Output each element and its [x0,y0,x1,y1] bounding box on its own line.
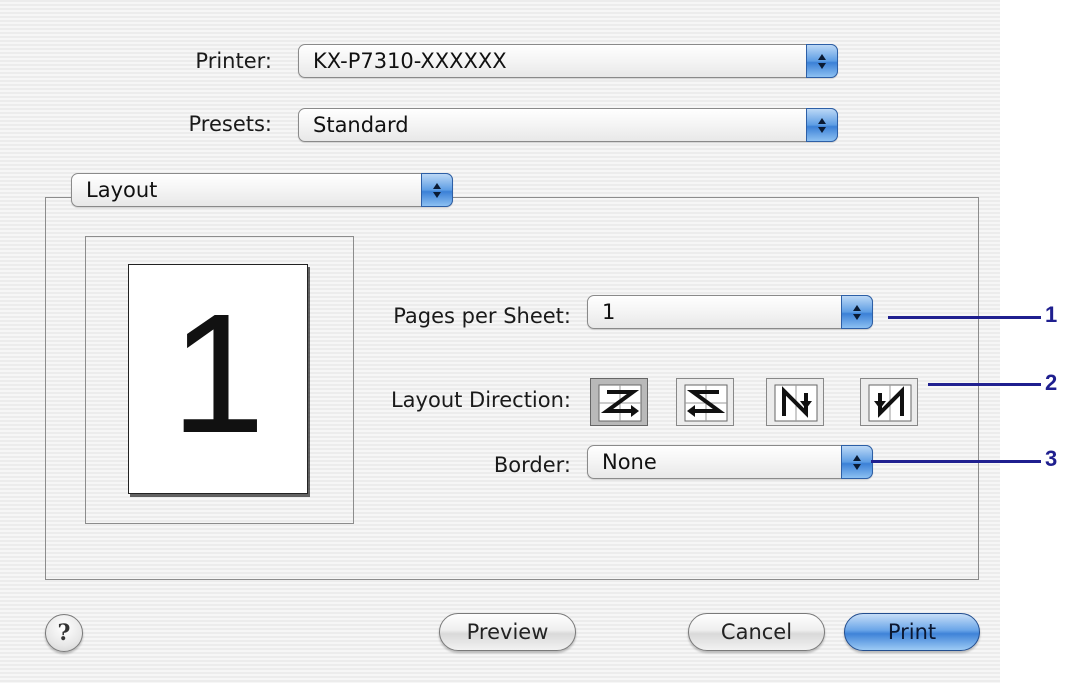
callout-line-1 [888,316,1041,319]
n-arrow-icon [774,384,818,422]
help-button[interactable]: ? [45,614,83,652]
panel-popup[interactable]: Layout [71,173,453,207]
preview-page: 1 [128,264,308,494]
presets-value: Standard [313,113,409,137]
layout-direction-n-left-button[interactable] [766,378,824,426]
cancel-button[interactable]: Cancel [688,613,825,651]
printer-value: KX-P7310-XXXXXX [313,49,507,73]
layout-direction-label: Layout Direction: [390,388,571,412]
presets-popup-arrows-icon [806,108,838,142]
print-button[interactable]: Print [844,613,980,651]
callout-line-3 [871,460,1041,463]
pages-per-sheet-label: Pages per Sheet: [393,304,571,328]
pages-per-sheet-arrows-icon [841,295,873,329]
printer-popup[interactable]: KX-P7310-XXXXXX [298,44,838,78]
callout-number-2: 2 [1045,370,1058,395]
panel-value: Layout [86,178,158,202]
callout-number-1: 1 [1045,302,1058,327]
pages-per-sheet-value: 1 [602,300,616,324]
callout-number-3: 3 [1045,446,1058,471]
border-label: Border: [493,453,571,477]
print-dialog: Printer: KX-P7310-XXXXXX Presets: Standa… [0,0,1000,683]
presets-label: Presets: [188,112,273,136]
presets-popup[interactable]: Standard [298,108,838,142]
preview-button[interactable]: Preview [439,613,576,651]
border-value: None [602,450,657,474]
z-reverse-arrow-icon [684,384,728,422]
layout-direction-n-right-button[interactable] [860,378,918,426]
z-arrow-icon [598,384,642,422]
border-arrows-icon [841,445,873,479]
layout-direction-z-right-to-left-button[interactable] [676,378,734,426]
printer-popup-arrows-icon [806,44,838,78]
panel-popup-arrows-icon [421,173,453,207]
callout-line-2 [928,383,1041,386]
border-popup[interactable]: None [587,445,873,479]
preview-page-number: 1 [170,279,266,469]
printer-label: Printer: [195,49,272,73]
pages-per-sheet-popup[interactable]: 1 [587,295,873,329]
n-reverse-arrow-icon [868,384,912,422]
layout-direction-z-left-to-right-button[interactable] [590,378,648,426]
